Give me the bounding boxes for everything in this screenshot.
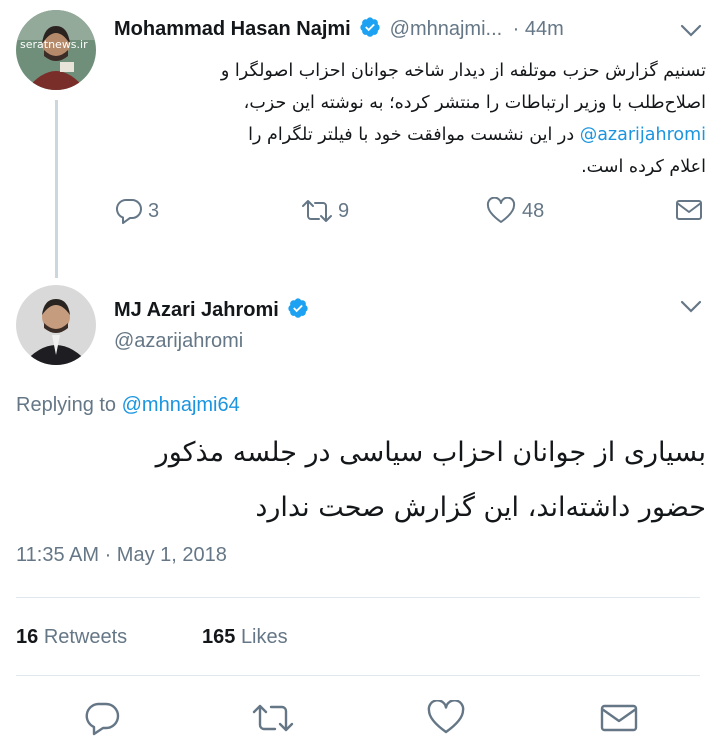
dm-icon[interactable]: [598, 700, 640, 736]
replying-to-handle[interactable]: @mhnajmi64: [122, 394, 240, 416]
author-name[interactable]: Mohammad Hasan Najmi: [114, 18, 351, 40]
tweet1-line-3: @azarijahromi در این نشست موافقت خود با …: [100, 119, 706, 151]
chevron-down-icon[interactable]: [678, 296, 704, 318]
tweet-timestamp[interactable]: 11:35 AM · May 1, 2018: [16, 544, 227, 567]
reply-icon: [114, 197, 144, 225]
retweet-count: 9: [338, 199, 350, 222]
tweet1-line-1: تسنیم گزارش حزب موتلفه از دیدار شاخه جوا…: [220, 61, 706, 81]
divider: [16, 675, 700, 676]
reply-icon[interactable]: [82, 700, 122, 736]
dm-icon[interactable]: [674, 196, 704, 224]
reply-count: 3: [148, 199, 160, 222]
like-icon: [486, 197, 516, 225]
avatar-watermark: seratnews.ir: [20, 38, 88, 51]
tweet1-body: تسنیم گزارش حزب موتلفه از دیدار شاخه جوا…: [100, 55, 706, 183]
thread-connector-line: [55, 100, 58, 278]
retweet-button[interactable]: 9: [300, 196, 349, 226]
like-count: 48: [522, 199, 545, 222]
likes-label: Likes: [240, 626, 288, 648]
divider: [16, 597, 700, 598]
verified-badge-icon: [359, 16, 381, 43]
replying-to: Replying to @mhnajmi64: [16, 394, 240, 417]
tweet2-line-2: حضور داشته‌اند، این گزارش صحت ندارد: [255, 492, 706, 523]
avatar-mohammad-najmi[interactable]: seratnews.ir: [16, 10, 96, 90]
retweets-count: 16: [16, 626, 39, 648]
tweet-time[interactable]: · 44m: [513, 18, 564, 40]
tweet2-line-1: بسیاری از جوانان احزاب سیاسی در جلسه مذک…: [155, 437, 706, 468]
retweet-icon: [300, 197, 334, 225]
retweet-icon[interactable]: [250, 700, 296, 736]
reply-button[interactable]: 3: [114, 196, 159, 226]
mention-link[interactable]: @azarijahromi: [580, 125, 706, 145]
likes-stat[interactable]: 165 Likes: [202, 626, 288, 649]
tweet1-header: Mohammad Hasan Najmi @mhnajmi... · 44m: [114, 16, 694, 46]
tweet2-body: بسیاری از جوانان احزاب سیاسی در جلسه مذک…: [100, 425, 706, 535]
tweet2-header: MJ Azari Jahromi: [114, 297, 634, 325]
avatar-azari-jahromi[interactable]: [16, 285, 96, 365]
like-button[interactable]: 48: [486, 196, 544, 226]
author-handle[interactable]: @azarijahromi: [114, 330, 243, 353]
likes-count: 165: [202, 626, 236, 648]
tweet1-line-3-rest: در این نشست موافقت خود با فیلتر تلگرام ر…: [248, 125, 575, 145]
chevron-down-icon[interactable]: [678, 20, 704, 42]
retweets-stat[interactable]: 16 Retweets: [16, 626, 127, 649]
author-handle[interactable]: @mhnajmi...: [390, 18, 503, 40]
author-name[interactable]: MJ Azari Jahromi: [114, 299, 279, 321]
retweets-label: Retweets: [43, 626, 128, 648]
verified-badge-icon: [287, 297, 309, 324]
tweet1-line-4: اعلام کرده است.: [581, 157, 706, 177]
like-icon[interactable]: [426, 699, 466, 736]
tweet1-line-2: اصلاح‌طلب با وزیر ارتباطات را منتشر کرده…: [243, 93, 706, 113]
replying-to-label: Replying to: [16, 394, 117, 416]
